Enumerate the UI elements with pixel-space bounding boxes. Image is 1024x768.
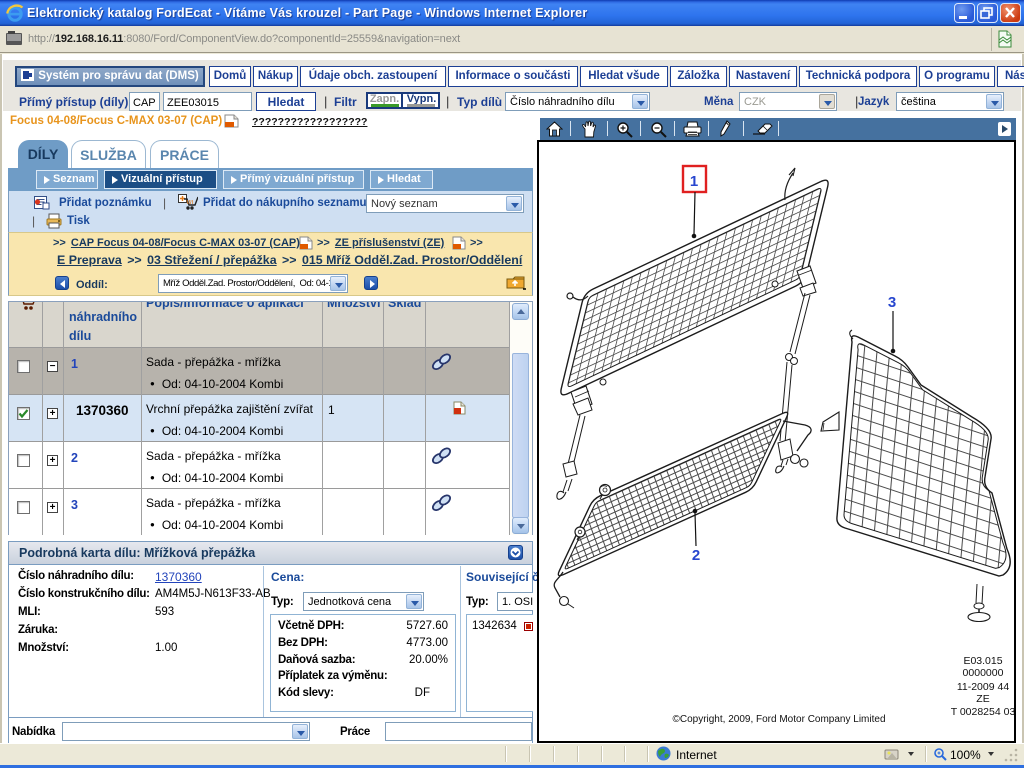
svg-text:ZE: ZE (976, 693, 989, 705)
svg-text:©Copyright, 2009, Ford Motor C: ©Copyright, 2009, Ford Motor Company Lim… (672, 714, 885, 725)
svg-text:E03.015: E03.015 (963, 655, 1002, 667)
svg-text:11-2009 44: 11-2009 44 (957, 681, 1010, 693)
svg-text:0000000: 0000000 (963, 667, 1004, 679)
svg-text:1: 1 (690, 173, 698, 190)
svg-text:T 0028254 03: T 0028254 03 (951, 706, 1014, 718)
svg-text:2: 2 (692, 547, 700, 564)
svg-text:3: 3 (888, 294, 896, 311)
